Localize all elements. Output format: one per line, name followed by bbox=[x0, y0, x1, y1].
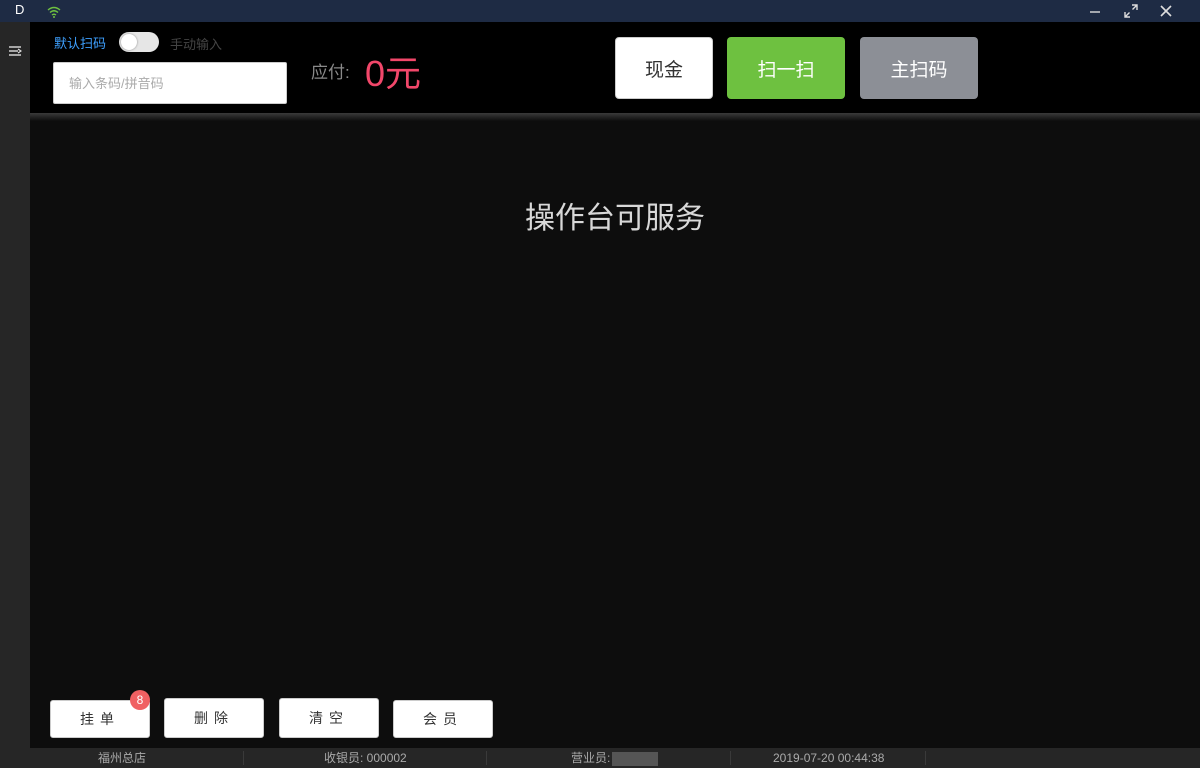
salesperson-label: 营业员: bbox=[571, 751, 611, 765]
wifi-icon bbox=[47, 3, 61, 22]
sidebar bbox=[0, 22, 30, 768]
app-logo: D bbox=[15, 2, 25, 17]
salesperson: 营业员: bbox=[571, 748, 659, 768]
status-divider bbox=[925, 751, 926, 765]
scan-button[interactable]: 扫一扫 bbox=[727, 37, 845, 99]
cashier-id: 收银员: 000002 bbox=[324, 751, 407, 765]
menu-icon[interactable] bbox=[8, 43, 23, 57]
datetime: 2019-07-20 00:44:38 bbox=[773, 751, 885, 765]
main-scan-button[interactable]: 主扫码 bbox=[860, 37, 978, 99]
clear-button[interactable]: 清空 bbox=[279, 698, 379, 738]
status-divider bbox=[730, 751, 731, 765]
status-divider bbox=[243, 751, 244, 765]
maximize-icon[interactable] bbox=[1121, 2, 1141, 20]
amount-due-value: 0元 bbox=[365, 53, 422, 94]
close-icon[interactable] bbox=[1156, 2, 1176, 20]
salesperson-redacted bbox=[612, 751, 659, 766]
store-name: 福州总店 bbox=[98, 751, 147, 765]
amount-due-label: 应付: bbox=[311, 63, 350, 82]
header-divider bbox=[30, 113, 1200, 121]
scan-mode-label[interactable]: 默认扫码 bbox=[54, 33, 106, 52]
cash-button[interactable]: 现金 bbox=[615, 37, 713, 99]
minimize-icon[interactable] bbox=[1085, 2, 1105, 20]
input-mode-toggle[interactable] bbox=[119, 32, 159, 52]
register-status-text: 操作台可服务 bbox=[525, 202, 705, 235]
checkout-header: 默认扫码 手动输入 应付: 0元 现金 扫一扫 主扫码 bbox=[30, 22, 1200, 115]
barcode-input[interactable] bbox=[53, 62, 287, 104]
status-bar: 福州总店 收银员: 000002 营业员: 2019-07-20 00:44:3… bbox=[30, 748, 1200, 768]
manual-mode-label[interactable]: 手动输入 bbox=[170, 34, 222, 53]
toggle-knob bbox=[121, 34, 137, 50]
member-button[interactable]: 会员 bbox=[393, 700, 493, 738]
title-bar: D bbox=[0, 0, 1200, 22]
hang-order-count-badge: 8 bbox=[130, 690, 150, 710]
delete-button[interactable]: 删除 bbox=[164, 698, 264, 738]
status-divider bbox=[486, 751, 487, 765]
